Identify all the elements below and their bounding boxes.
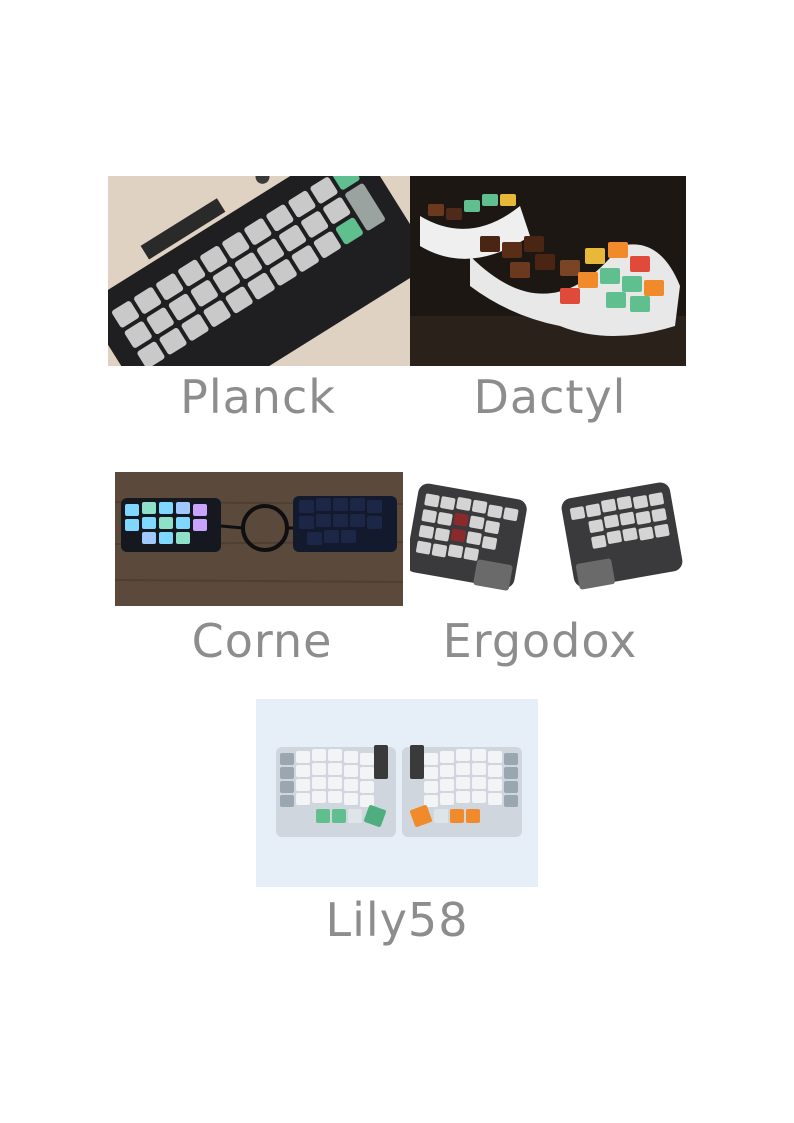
- ergodox-photo: [410, 472, 686, 606]
- keyboard-caption-planck: Planck: [180, 370, 336, 424]
- keyboard-caption-ergodox: Ergodox: [442, 614, 638, 668]
- dactyl-photo: [410, 176, 686, 366]
- keyboard-caption-dactyl: Dactyl: [473, 370, 627, 424]
- corne-photo: [115, 472, 403, 606]
- keyboard-caption-corne: Corne: [191, 614, 333, 668]
- keyboard-caption-lily58: Lily58: [325, 893, 469, 947]
- planck-photo: [108, 176, 410, 366]
- lily58-photo: [256, 699, 538, 887]
